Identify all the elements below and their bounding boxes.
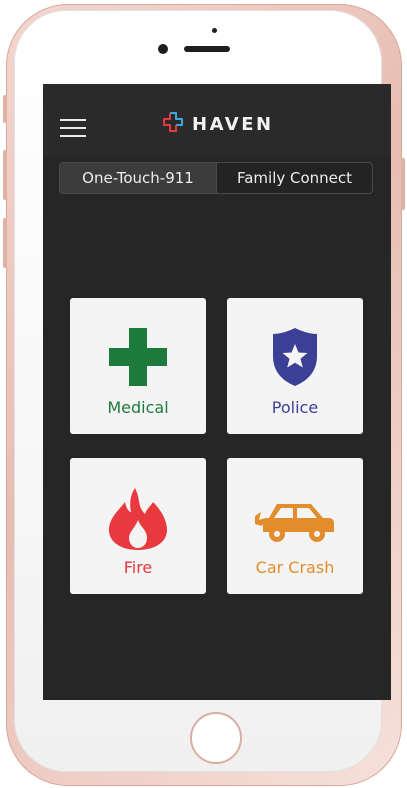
brand-name: HAVEN	[192, 113, 274, 135]
front-camera	[158, 44, 168, 54]
emergency-tile-grid: Medical Police Fire Car Crash	[69, 297, 365, 595]
earpiece-speaker	[184, 46, 230, 52]
fire-icon	[109, 488, 167, 550]
volume-up-button	[3, 150, 7, 200]
silent-switch	[3, 95, 7, 123]
fire-tile[interactable]: Fire	[70, 458, 206, 594]
medical-tile[interactable]: Medical	[70, 298, 206, 434]
app-header: HAVEN	[43, 84, 391, 156]
app-screen: HAVEN One-Touch-911 Family Connect Medic…	[43, 84, 391, 700]
car-crash-tile[interactable]: Car Crash	[227, 458, 363, 594]
hamburger-menu-icon[interactable]	[60, 119, 86, 137]
medical-label: Medical	[107, 398, 169, 417]
police-badge-icon	[273, 328, 317, 386]
haven-cross-logo-icon	[163, 112, 183, 132]
power-button	[401, 158, 405, 210]
police-tile[interactable]: Police	[227, 298, 363, 434]
tab-one-touch-911[interactable]: One-Touch-911	[60, 163, 216, 193]
car-crash-label: Car Crash	[255, 558, 335, 577]
medical-cross-icon	[109, 328, 167, 386]
proximity-sensor	[212, 28, 217, 33]
fire-label: Fire	[123, 558, 153, 577]
tab-family-connect[interactable]: Family Connect	[216, 163, 372, 193]
car-icon	[255, 504, 334, 542]
volume-down-button	[3, 218, 7, 268]
police-label: Police	[271, 398, 319, 417]
home-button[interactable]	[190, 712, 242, 764]
mode-segmented-control: One-Touch-911 Family Connect	[59, 162, 373, 194]
brand-logo: HAVEN	[161, 112, 274, 136]
